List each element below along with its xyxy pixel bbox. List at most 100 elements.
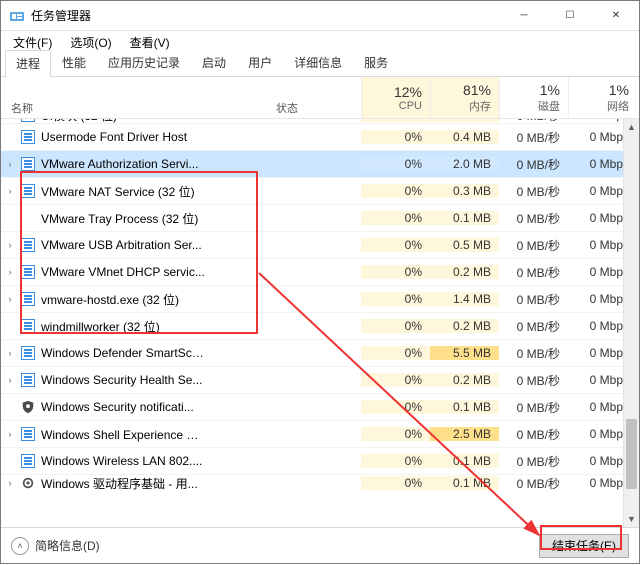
process-icon bbox=[19, 292, 37, 306]
process-name: VMware Authorization Servi... bbox=[37, 157, 213, 171]
process-cpu: 0% bbox=[361, 373, 430, 387]
process-icon bbox=[19, 157, 37, 171]
process-icon bbox=[19, 454, 37, 468]
fewer-details-toggle[interactable]: ˄ 简略信息(D) bbox=[11, 537, 100, 555]
col-status[interactable]: 状态 bbox=[213, 77, 361, 118]
col-mem[interactable]: 81%内存 bbox=[430, 77, 499, 118]
expand-icon[interactable]: › bbox=[1, 429, 19, 439]
process-cpu: 0% bbox=[361, 454, 430, 468]
expand-icon[interactable]: › bbox=[1, 186, 19, 196]
tab-processes[interactable]: 进程 bbox=[5, 50, 51, 77]
process-cpu: 0% bbox=[361, 265, 430, 279]
vertical-scrollbar[interactable]: ▲ ▼ bbox=[623, 119, 639, 527]
process-icon bbox=[19, 238, 37, 252]
process-mem: 0.5 MB bbox=[430, 238, 499, 252]
process-mem: 0.2 MB bbox=[430, 373, 499, 387]
tab-performance[interactable]: 性能 bbox=[51, 49, 97, 76]
process-cpu: 0% bbox=[361, 119, 430, 122]
scroll-thumb[interactable] bbox=[626, 419, 637, 489]
process-disk: 0 MB/秒 bbox=[499, 453, 568, 470]
process-mem: 2.0 MB bbox=[430, 157, 499, 171]
process-name: Windows Wireless LAN 802.... bbox=[37, 454, 213, 468]
close-button[interactable]: ✕ bbox=[593, 1, 639, 31]
process-disk: 0 MB/秒 bbox=[499, 426, 568, 443]
expand-icon[interactable]: › bbox=[1, 348, 19, 358]
process-disk: 0 MB/秒 bbox=[499, 210, 568, 227]
process-list: ›UI模块 (32 位)0%1.2 MB0 MB/秒0 MbpsUsermode… bbox=[1, 119, 639, 527]
tab-details[interactable]: 详细信息 bbox=[283, 49, 353, 76]
footer: ˄ 简略信息(D) 结束任务(E) bbox=[1, 527, 639, 563]
process-mem: 1.2 MB bbox=[430, 119, 499, 122]
process-name: Windows Security notificati... bbox=[37, 400, 213, 414]
expand-icon[interactable]: › bbox=[1, 375, 19, 385]
table-row[interactable]: ›Windows Defender SmartScr...0%5.5 MB0 M… bbox=[1, 339, 623, 366]
process-name: VMware NAT Service (32 位) bbox=[37, 183, 213, 200]
table-row[interactable]: ›Windows Shell Experience 主...0%2.5 MB0 … bbox=[1, 420, 623, 447]
process-name: vmware-hostd.exe (32 位) bbox=[37, 291, 213, 308]
table-row[interactable]: › VMware NAT Service (32 位) 0%0.3 MB0 MB/秒… bbox=[1, 177, 623, 204]
end-task-button[interactable]: 结束任务(E) bbox=[539, 534, 629, 558]
expand-icon[interactable]: › bbox=[1, 240, 19, 250]
table-row[interactable]: ›Windows Security Health Se...0%0.2 MB0 … bbox=[1, 366, 623, 393]
table-row[interactable]: › VMware Authorization Servi... 0%2.0 MB0 … bbox=[1, 150, 623, 177]
process-disk: 0 MB/秒 bbox=[499, 399, 568, 416]
maximize-button[interactable]: ☐ bbox=[547, 1, 593, 31]
process-cpu: 0% bbox=[361, 346, 430, 360]
process-cpu: 0% bbox=[361, 130, 430, 144]
process-name: Windows Shell Experience 主... bbox=[37, 426, 213, 443]
process-mem: 0.1 MB bbox=[430, 454, 499, 468]
process-disk: 0 MB/秒 bbox=[499, 129, 568, 146]
process-disk: 0 MB/秒 bbox=[499, 237, 568, 254]
process-icon bbox=[19, 130, 37, 144]
table-row[interactable]: ›VMware USB Arbitration Ser...0%0.5 MB0 … bbox=[1, 231, 623, 258]
table-row[interactable]: ›Windows 驱动程序基础 - 用...0%0.1 MB0 MB/秒0 Mb… bbox=[1, 474, 623, 491]
table-row[interactable]: ›vmware-hostd.exe (32 位)0%1.4 MB0 MB/秒0 … bbox=[1, 285, 623, 312]
process-mem: 0.4 MB bbox=[430, 130, 499, 144]
tab-users[interactable]: 用户 bbox=[237, 49, 283, 76]
app-icon bbox=[9, 8, 25, 24]
expand-icon[interactable]: › bbox=[1, 119, 19, 120]
tab-startup[interactable]: 启动 bbox=[191, 49, 237, 76]
col-name[interactable]: 名称 bbox=[1, 77, 213, 118]
process-cpu: 0% bbox=[361, 400, 430, 414]
expand-icon[interactable]: › bbox=[1, 478, 19, 488]
tab-services[interactable]: 服务 bbox=[353, 49, 399, 76]
process-cpu: 0% bbox=[361, 211, 430, 225]
table-row[interactable]: Usermode Font Driver Host0%0.4 MB0 MB/秒0… bbox=[1, 123, 623, 150]
table-row[interactable]: windmillworker (32 位)0%0.2 MB0 MB/秒0 Mbp… bbox=[1, 312, 623, 339]
process-mem: 2.5 MB bbox=[430, 427, 499, 441]
process-cpu: 0% bbox=[361, 184, 430, 198]
expand-icon[interactable]: › bbox=[1, 159, 19, 169]
expand-icon[interactable]: › bbox=[1, 294, 19, 304]
process-mem: 1.4 MB bbox=[430, 292, 499, 306]
chevron-up-icon: ˄ bbox=[11, 537, 29, 555]
scroll-down-icon[interactable]: ▼ bbox=[624, 511, 639, 527]
process-cpu: 0% bbox=[361, 292, 430, 306]
process-name: VMware Tray Process (32 位) bbox=[37, 210, 213, 227]
minimize-button[interactable]: ─ bbox=[501, 1, 547, 31]
tab-app-history[interactable]: 应用历史记录 bbox=[97, 49, 191, 76]
table-row[interactable]: ›VMware VMnet DHCP servic...0%0.2 MB0 MB… bbox=[1, 258, 623, 285]
column-headers: 名称 状态 12%CPU 81%内存 1%磁盘 1%网络 bbox=[1, 77, 639, 119]
process-mem: 0.3 MB bbox=[430, 184, 499, 198]
table-row[interactable]: VMware Tray Process (32 位)0%0.1 MB0 MB/秒… bbox=[1, 204, 623, 231]
process-icon bbox=[19, 373, 37, 387]
col-disk[interactable]: 1%磁盘 bbox=[499, 77, 568, 118]
fewer-details-label: 简略信息(D) bbox=[35, 537, 100, 554]
table-row[interactable]: Windows Security notificati...0%0.1 MB0 … bbox=[1, 393, 623, 420]
process-name: Windows Security Health Se... bbox=[37, 373, 213, 387]
process-disk: 0 MB/秒 bbox=[499, 183, 568, 200]
expand-icon[interactable]: › bbox=[1, 267, 19, 277]
process-mem: 5.5 MB bbox=[430, 346, 499, 360]
table-row[interactable]: Windows Wireless LAN 802.... 0%0.1 MB0 MB… bbox=[1, 447, 623, 474]
col-net[interactable]: 1%网络 bbox=[568, 77, 637, 118]
process-disk: 0 MB/秒 bbox=[499, 156, 568, 173]
col-cpu[interactable]: 12%CPU bbox=[361, 77, 430, 118]
process-name: Windows 驱动程序基础 - 用... bbox=[37, 475, 213, 492]
process-icon bbox=[19, 346, 37, 360]
process-name: Windows Defender SmartScr... bbox=[37, 346, 213, 360]
scroll-up-icon[interactable]: ▲ bbox=[624, 119, 639, 135]
process-icon bbox=[19, 400, 37, 414]
process-icon bbox=[19, 319, 37, 333]
process-cpu: 0% bbox=[361, 157, 430, 171]
